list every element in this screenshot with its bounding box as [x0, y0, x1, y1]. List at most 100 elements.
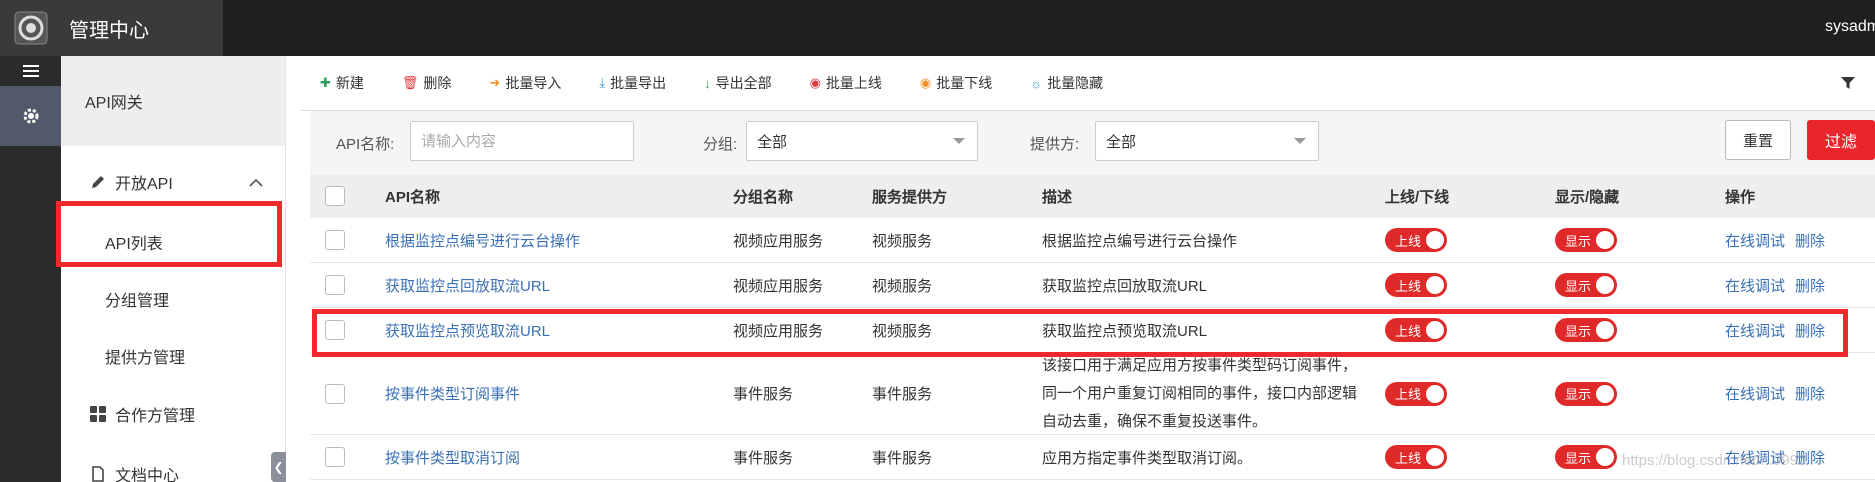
provider-cell: 视频服务 [872, 232, 933, 250]
api-name-link[interactable]: 获取监控点回放取流URL [385, 263, 550, 307]
pencil-icon [89, 173, 107, 191]
hamburger-icon [22, 65, 39, 77]
batch-import-button[interactable]: ➜ 批量导入 [489, 73, 561, 93]
provider-cell: 事件服务 [872, 449, 933, 467]
sidebar-group-partner[interactable]: 合作方管理 [61, 384, 285, 444]
col-group: 分组名称 [733, 188, 794, 206]
visible-toggle[interactable]: 显示 [1555, 273, 1617, 297]
eye-slash-icon: ☼ [1030, 75, 1043, 91]
row-checkbox[interactable] [325, 447, 345, 467]
app-title: 管理中心 [61, 0, 223, 56]
api-name-link[interactable]: 按事件类型订阅事件 [385, 353, 520, 434]
import-icon: ➜ [489, 75, 501, 90]
sidebar-item-group-manage[interactable]: 分组管理 [61, 270, 285, 327]
col-api-name: API名称 [385, 188, 441, 206]
grid-icon [89, 405, 107, 423]
delete-button[interactable]: 🗑 删除 [402, 73, 452, 93]
group-cell: 事件服务 [733, 386, 794, 403]
sidebar-group-docs[interactable]: 文档中心 [61, 444, 285, 482]
caret-down-icon [953, 138, 965, 144]
logo[interactable] [0, 0, 61, 56]
batch-offline-button[interactable]: ◉ 批量下线 [920, 73, 992, 93]
batch-hide-button[interactable]: ☼ 批量隐藏 [1030, 73, 1103, 93]
group-cell: 视频应用服务 [733, 232, 824, 250]
desc-cell: 获取监控点回放取流URL [1042, 277, 1208, 295]
group-cell: 视频应用服务 [733, 277, 824, 295]
online-toggle[interactable]: 上线 [1385, 445, 1447, 469]
highlight-box [56, 201, 282, 267]
group-label: 分组: [703, 136, 738, 153]
online-toggle[interactable]: 上线 [1385, 381, 1447, 406]
sidebar-item-provider-manage[interactable]: 提供方管理 [61, 327, 285, 384]
visible-toggle[interactable]: 显示 [1555, 445, 1617, 469]
toolbar: ✚ 新建 🗑 删除 ➜ 批量导入 ⤓ 批量导出 ↓ 导出全部 ◉ 批量上线 ◉ … [300, 56, 1875, 111]
caret-down-icon [1294, 138, 1306, 144]
sidebar-group-label: 文档中心 [115, 468, 180, 482]
logo-icon [14, 11, 47, 45]
group-select[interactable]: 全部 [746, 121, 978, 161]
row-checkbox[interactable] [325, 230, 345, 250]
col-provider: 服务提供方 [872, 188, 948, 206]
sidebar-heading: API网关 [61, 56, 285, 146]
group-cell: 事件服务 [733, 449, 794, 467]
batch-export-button[interactable]: ⤓ 批量导出 [599, 73, 666, 93]
reset-button[interactable]: 重置 [1725, 120, 1791, 160]
col-ops: 操作 [1725, 188, 1756, 206]
delete-link[interactable]: 删除 [1795, 230, 1825, 251]
table-header: API名称 分组名称 服务提供方 描述 上线/下线 显示/隐藏 操作 [310, 174, 1875, 218]
api-name-link[interactable]: 按事件类型取消订阅 [385, 435, 520, 479]
api-name-link[interactable]: 根据监控点编号进行云台操作 [385, 218, 580, 262]
online-toggle[interactable]: 上线 [1385, 273, 1447, 297]
debug-link[interactable]: 在线调试 [1725, 230, 1785, 251]
sidebar-group-label: 开放API [115, 176, 173, 193]
filter-icon[interactable] [1841, 76, 1855, 93]
api-name-input[interactable] [410, 121, 634, 161]
provider-cell: 视频服务 [872, 277, 933, 295]
provider-label: 提供方: [1030, 136, 1080, 153]
batch-online-button[interactable]: ◉ 批量上线 [810, 73, 882, 93]
col-desc: 描述 [1042, 188, 1073, 206]
select-all-checkbox[interactable] [325, 186, 345, 206]
visible-toggle[interactable]: 显示 [1555, 381, 1617, 406]
provider-cell: 事件服务 [872, 386, 933, 403]
provider-select[interactable]: 全部 [1095, 121, 1319, 161]
filter-bar: API名称: 分组: 全部 提供方: 全部 重置 过滤 [310, 111, 1875, 173]
menu-toggle[interactable] [0, 56, 61, 86]
export-all-button[interactable]: ↓ 导出全部 [704, 73, 772, 93]
document-icon [89, 465, 107, 482]
download-icon: ⤓ [599, 75, 606, 90]
icon-rail [0, 56, 61, 482]
debug-link[interactable]: 在线调试 [1725, 383, 1785, 404]
top-bar: 管理中心 sysadmin [0, 0, 1875, 56]
online-icon: ◉ [809, 75, 821, 90]
col-visible: 显示/隐藏 [1555, 188, 1620, 206]
table-row: 根据监控点编号进行云台操作 视频应用服务 视频服务 根据监控点编号进行云台操作 … [310, 218, 1875, 263]
arrow-down-icon: ↓ [704, 75, 711, 91]
watermark: https://blog.csdn.net/...0993 [1622, 452, 1807, 469]
offline-icon: ◉ [919, 75, 932, 90]
col-online: 上线/下线 [1385, 188, 1450, 206]
collapse-sidebar-button[interactable]: ❮ [271, 452, 286, 482]
api-name-label: API名称: [336, 136, 395, 153]
gear-icon [23, 108, 38, 124]
row-checkbox[interactable] [325, 275, 345, 295]
highlight-box [312, 309, 1848, 357]
new-button[interactable]: ✚ 新建 [320, 73, 364, 93]
user-name[interactable]: sysadmin [1825, 18, 1875, 36]
sidebar: API网关 开放API API列表 分组管理 提供方管理 合作方管理 文档中心 [61, 56, 286, 482]
debug-link[interactable]: 在线调试 [1725, 275, 1785, 296]
filter-button[interactable]: 过滤 [1807, 120, 1875, 160]
settings-button[interactable] [0, 86, 61, 146]
visible-toggle[interactable]: 显示 [1555, 228, 1617, 252]
chevron-left-icon: ❮ [273, 460, 284, 474]
chevron-up-icon [249, 175, 263, 193]
online-toggle[interactable]: 上线 [1385, 228, 1447, 252]
sidebar-group-label: 合作方管理 [115, 408, 196, 425]
desc-cell: 该接口用于满足应用方按事件类型码订阅事件，同一个用户重复订阅相同的事件，接口内部… [1042, 356, 1358, 430]
plus-icon: ✚ [320, 75, 331, 90]
desc-cell: 根据监控点编号进行云台操作 [1042, 232, 1238, 250]
delete-link[interactable]: 删除 [1795, 275, 1825, 296]
row-checkbox[interactable] [325, 383, 345, 404]
delete-link[interactable]: 删除 [1795, 383, 1825, 404]
desc-cell: 应用方指定事件类型取消订阅。 [1042, 449, 1253, 467]
